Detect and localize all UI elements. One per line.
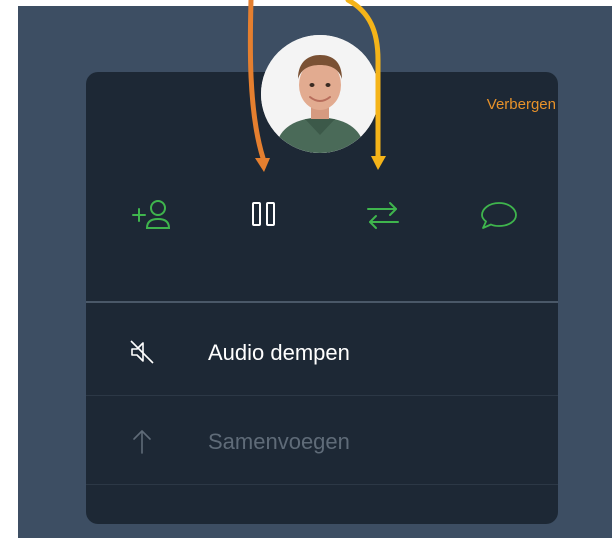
row-separator (86, 484, 558, 485)
caller-avatar (261, 35, 379, 153)
hide-button[interactable]: Verbergen (487, 96, 556, 113)
pause-icon (252, 202, 275, 226)
merge-calls-label: Samenvoegen (208, 429, 350, 454)
mute-speaker-icon (130, 340, 154, 364)
transfer-button[interactable] (353, 190, 413, 240)
call-controls (86, 190, 558, 240)
chat-bubble-icon (481, 202, 517, 229)
hold-button[interactable] (234, 190, 294, 240)
mute-audio-label: Audio dempen (208, 340, 350, 365)
add-participant-button[interactable] (123, 190, 183, 240)
merge-arrow-icon (133, 430, 151, 454)
chat-button[interactable] (469, 190, 529, 240)
mute-audio-row[interactable]: Audio dempen (86, 308, 558, 396)
divider (86, 301, 558, 303)
merge-calls-row[interactable]: Samenvoegen (86, 397, 558, 485)
caller-photo (261, 35, 379, 153)
transfer-icon (367, 202, 399, 229)
row-separator (86, 395, 558, 396)
add-contact-icon (132, 200, 171, 229)
